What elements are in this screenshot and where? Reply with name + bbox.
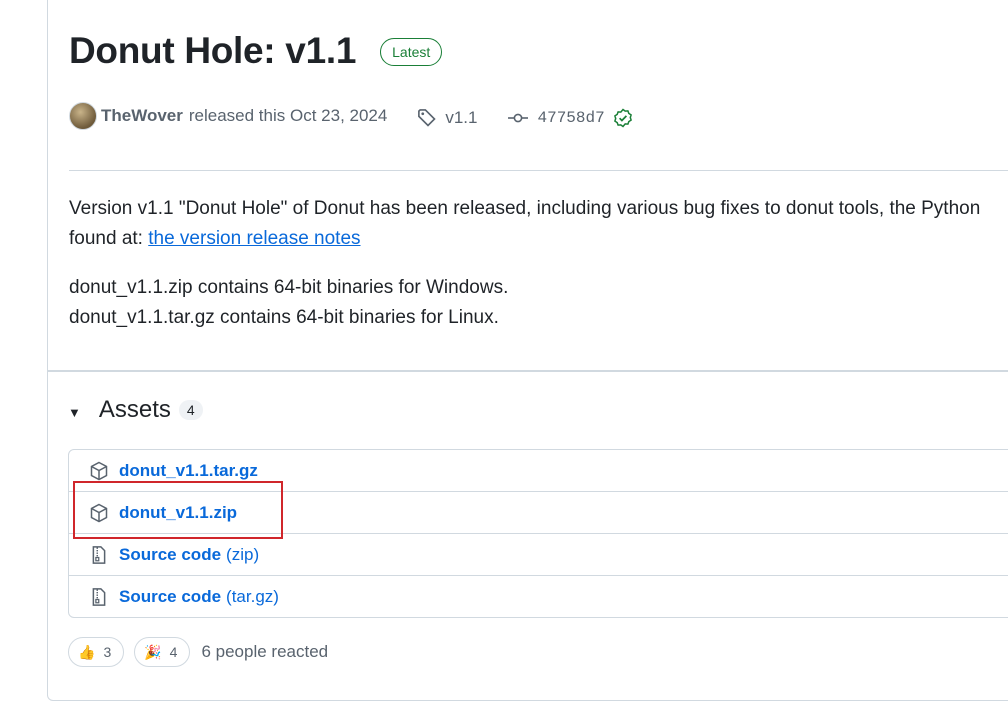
package-icon [90, 461, 108, 480]
divider [69, 170, 1008, 171]
tag-label: v1.1 [445, 108, 478, 127]
notes-line-2-prefix: found at: [69, 228, 149, 249]
tada-icon: 🎉 [144, 643, 162, 660]
release-card: Donut Hole: v1.1 Latest TheWover release… [47, 0, 1008, 701]
tag-link[interactable]: v1.1 [417, 108, 477, 128]
reaction-tada-button[interactable]: 🎉 4 [134, 637, 191, 667]
release-title[interactable]: Donut Hole: v1.1 [69, 30, 356, 72]
verified-check-icon[interactable] [613, 108, 641, 128]
avatar[interactable] [69, 102, 97, 130]
file-zip-icon [92, 587, 106, 606]
asset-row[interactable]: Source code (zip) [69, 533, 1008, 575]
reactions-summary: 6 people reacted [201, 642, 329, 661]
file-zip-icon [92, 545, 106, 564]
notes-line-4: donut_v1.1.tar.gz contains 64-bit binari… [69, 307, 499, 328]
release-meta: TheWover released this Oct 23, 2024 v1.1… [69, 102, 641, 130]
release-notes-link[interactable]: the version release notes [148, 228, 360, 249]
commit-link[interactable]: 47758d7 [507, 108, 640, 128]
assets-divider [48, 370, 1008, 372]
source-code-zip-link[interactable]: Source code [119, 545, 221, 565]
source-code-zip-suffix: (zip) [226, 544, 260, 564]
asset-row[interactable]: Source code (tar.gz) [69, 575, 1008, 617]
reaction-thumbs-up-button[interactable]: 👍 3 [68, 637, 125, 667]
assets-toggle[interactable]: ▼ Assets 4 [68, 396, 203, 424]
release-date-text: released this Oct 23, 2024 [188, 106, 388, 125]
caret-down-icon: ▼ [68, 404, 81, 420]
asset-link-tar-gz[interactable]: donut_v1.1.tar.gz [119, 461, 258, 481]
source-code-tar-suffix: (tar.gz) [226, 586, 279, 606]
notes-line-3: donut_v1.1.zip contains 64-bit binaries … [69, 277, 509, 298]
reaction-count: 4 [169, 644, 178, 660]
reactions-bar: 👍 3 🎉 4 6 people reacted [68, 637, 328, 667]
source-code-tar-link[interactable]: Source code [119, 587, 221, 607]
assets-count: 4 [178, 400, 203, 420]
release-header: Donut Hole: v1.1 Latest [69, 30, 443, 72]
latest-badge: Latest [380, 38, 443, 66]
reaction-count: 3 [103, 644, 112, 660]
notes-line-1: Version v1.1 "Donut Hole" of Donut has b… [69, 198, 981, 219]
commit-icon [508, 113, 529, 123]
assets-title: Assets [98, 396, 171, 423]
commit-sha: 47758d7 [537, 109, 605, 127]
highlight-box [73, 481, 283, 539]
thumbs-up-icon: 👍 [78, 643, 96, 660]
author-link[interactable]: TheWover [101, 106, 183, 126]
tag-icon [418, 109, 436, 127]
release-notes: Version v1.1 "Donut Hole" of Donut has b… [69, 194, 980, 352]
